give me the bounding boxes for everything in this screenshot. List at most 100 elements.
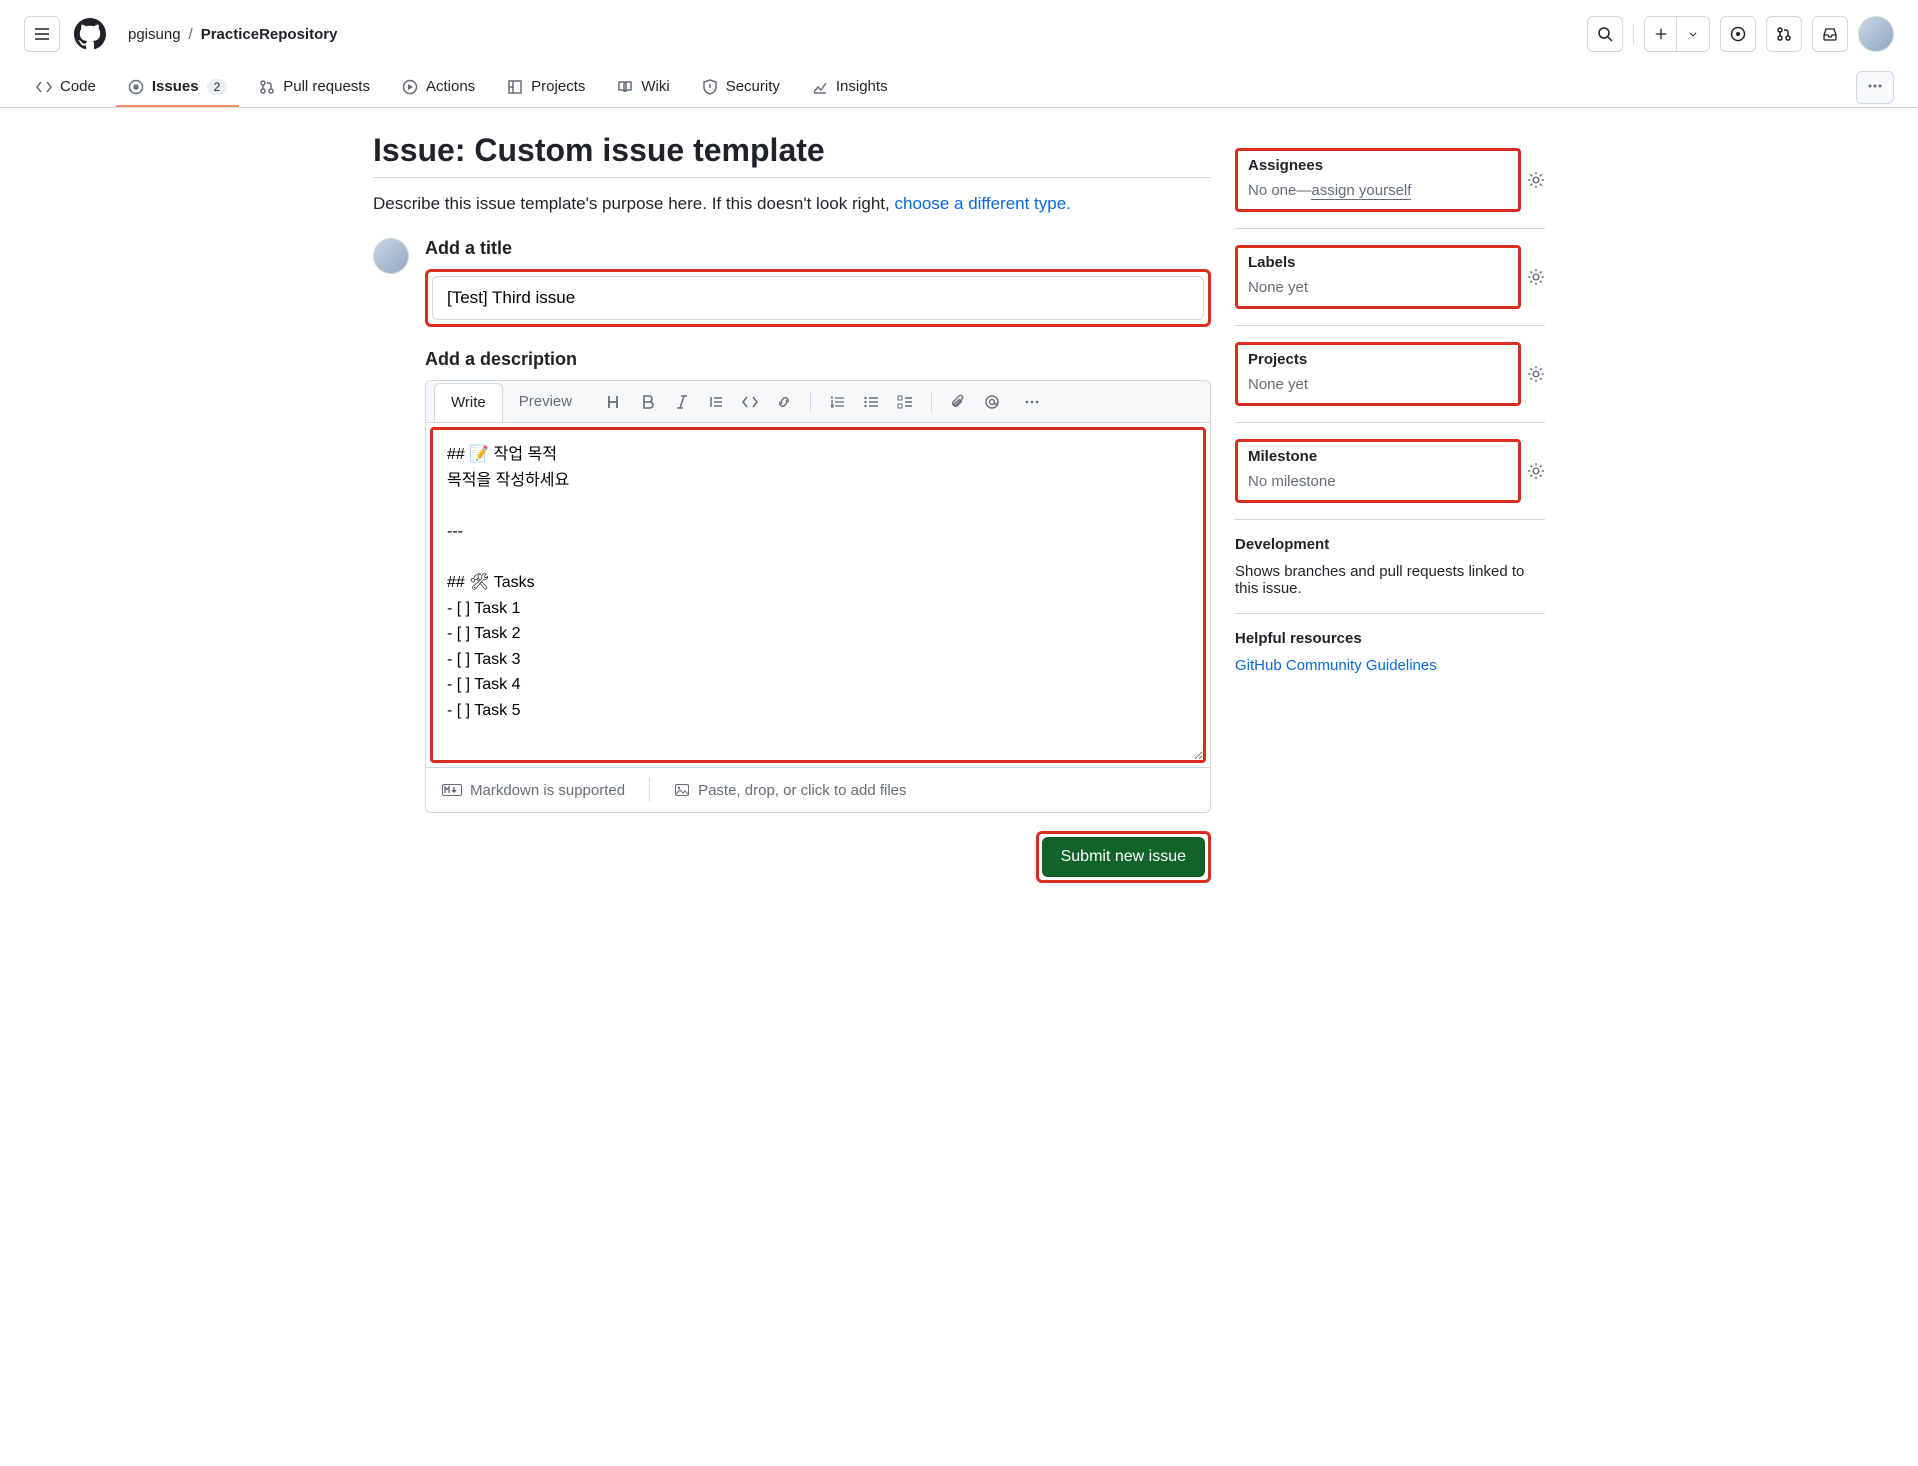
- milestone-value: No milestone: [1248, 473, 1508, 490]
- play-icon: [402, 79, 418, 95]
- pull-request-icon: [259, 79, 275, 95]
- repo-tabs-more-button[interactable]: [1856, 71, 1894, 104]
- repo-link[interactable]: PracticeRepository: [201, 26, 338, 43]
- more-tools-icon[interactable]: [1024, 394, 1040, 410]
- dot-circle-icon: [1730, 26, 1746, 42]
- assignees-value-prefix: No one—: [1248, 182, 1311, 199]
- separator: [1633, 24, 1634, 44]
- projects-title: Projects: [1248, 351, 1508, 368]
- link-icon[interactable]: [776, 394, 792, 410]
- markdown-hint[interactable]: Markdown is supported: [442, 782, 625, 799]
- tab-label: Insights: [836, 78, 888, 95]
- search-icon: [1597, 26, 1613, 42]
- issue-sidebar: Assignees No one—assign yourself Labels …: [1235, 132, 1545, 883]
- tab-code[interactable]: Code: [24, 68, 108, 107]
- tab-insights[interactable]: Insights: [800, 68, 900, 107]
- attach-hint[interactable]: Paste, drop, or click to add files: [674, 782, 906, 799]
- page-title: Issue: Custom issue template: [373, 132, 1211, 169]
- submit-issue-button[interactable]: Submit new issue: [1042, 837, 1205, 877]
- tab-label: Projects: [531, 78, 585, 95]
- caret-down-icon: [1677, 17, 1709, 51]
- title-label: Add a title: [425, 238, 1211, 259]
- pull-request-icon: [1776, 26, 1792, 42]
- code-icon: [36, 79, 52, 95]
- tab-security[interactable]: Security: [690, 68, 792, 107]
- bold-icon[interactable]: [640, 394, 656, 410]
- quote-icon[interactable]: [708, 394, 724, 410]
- tab-label: Security: [726, 78, 780, 95]
- unordered-list-icon[interactable]: [863, 394, 879, 410]
- tab-label: Wiki: [641, 78, 669, 95]
- assignees-title: Assignees: [1248, 157, 1508, 174]
- issue-title-input[interactable]: [432, 276, 1204, 320]
- hamburger-icon: [34, 26, 50, 42]
- tab-label: Code: [60, 78, 96, 95]
- pulls-shortcut-button[interactable]: [1766, 16, 1802, 52]
- github-logo[interactable]: [72, 16, 108, 52]
- issues-count: 2: [207, 79, 228, 95]
- italic-icon[interactable]: [674, 394, 690, 410]
- tab-issues[interactable]: Issues 2: [116, 68, 239, 107]
- breadcrumb: pgisung / PracticeRepository: [128, 26, 337, 43]
- tab-label: Actions: [426, 78, 475, 95]
- tab-projects[interactable]: Projects: [495, 68, 597, 107]
- tab-label: Pull requests: [283, 78, 370, 95]
- milestone-title: Milestone: [1248, 448, 1508, 465]
- graph-icon: [812, 79, 828, 95]
- resources-title: Helpful resources: [1235, 630, 1545, 647]
- labels-value: None yet: [1248, 279, 1508, 296]
- notifications-button[interactable]: [1812, 16, 1848, 52]
- shield-icon: [702, 79, 718, 95]
- tab-actions[interactable]: Actions: [390, 68, 487, 107]
- owner-link[interactable]: pgisung: [128, 26, 181, 43]
- community-guidelines-link[interactable]: GitHub Community Guidelines: [1235, 657, 1437, 674]
- heading-icon[interactable]: [606, 394, 622, 410]
- toolbar-separator: [810, 392, 811, 412]
- markdown-hint-text: Markdown is supported: [470, 782, 625, 799]
- page-subtitle: Describe this issue template's purpose h…: [373, 194, 1211, 214]
- footer-separator: [649, 778, 650, 802]
- choose-type-link[interactable]: choose a different type.: [894, 194, 1070, 213]
- markdown-icon: [442, 784, 462, 796]
- divider: [373, 177, 1211, 178]
- author-avatar: [373, 238, 409, 274]
- create-new-menu[interactable]: [1644, 16, 1710, 52]
- code-icon[interactable]: [742, 394, 758, 410]
- breadcrumb-separator: /: [189, 26, 193, 43]
- projects-value: None yet: [1248, 376, 1508, 393]
- image-icon: [674, 782, 690, 798]
- toolbar-separator: [931, 392, 932, 412]
- user-avatar[interactable]: [1858, 16, 1894, 52]
- issue-description-textarea[interactable]: [433, 430, 1203, 760]
- gear-icon[interactable]: [1527, 268, 1545, 286]
- description-editor: Write Preview: [425, 380, 1211, 813]
- tab-label: Issues: [152, 78, 199, 95]
- development-value: Shows branches and pull requests linked …: [1235, 563, 1545, 597]
- development-title: Development: [1235, 536, 1545, 553]
- attach-icon[interactable]: [950, 394, 966, 410]
- tab-wiki[interactable]: Wiki: [605, 68, 681, 107]
- gear-icon[interactable]: [1527, 462, 1545, 480]
- labels-title: Labels: [1248, 254, 1508, 271]
- subtitle-text: Describe this issue template's purpose h…: [373, 194, 894, 213]
- search-button[interactable]: [1587, 16, 1623, 52]
- app-header: pgisung / PracticeRepository: [0, 0, 1918, 68]
- projects-icon: [507, 79, 523, 95]
- assign-yourself-link[interactable]: assign yourself: [1311, 182, 1411, 200]
- gear-icon[interactable]: [1527, 171, 1545, 189]
- kebab-icon: [1867, 78, 1883, 94]
- task-list-icon[interactable]: [897, 394, 913, 410]
- gear-icon[interactable]: [1527, 365, 1545, 383]
- repo-tabs: Code Issues 2 Pull requests Actions Proje…: [0, 68, 1918, 108]
- tab-pulls[interactable]: Pull requests: [247, 68, 382, 107]
- description-label: Add a description: [425, 349, 1211, 370]
- github-icon: [74, 18, 106, 50]
- mention-icon[interactable]: [984, 394, 1000, 410]
- write-tab[interactable]: Write: [434, 383, 503, 422]
- preview-tab[interactable]: Preview: [503, 383, 588, 420]
- menu-button[interactable]: [24, 16, 60, 52]
- issues-shortcut-button[interactable]: [1720, 16, 1756, 52]
- inbox-icon: [1822, 26, 1838, 42]
- editor-toolbar: [606, 392, 1040, 412]
- ordered-list-icon[interactable]: [829, 394, 845, 410]
